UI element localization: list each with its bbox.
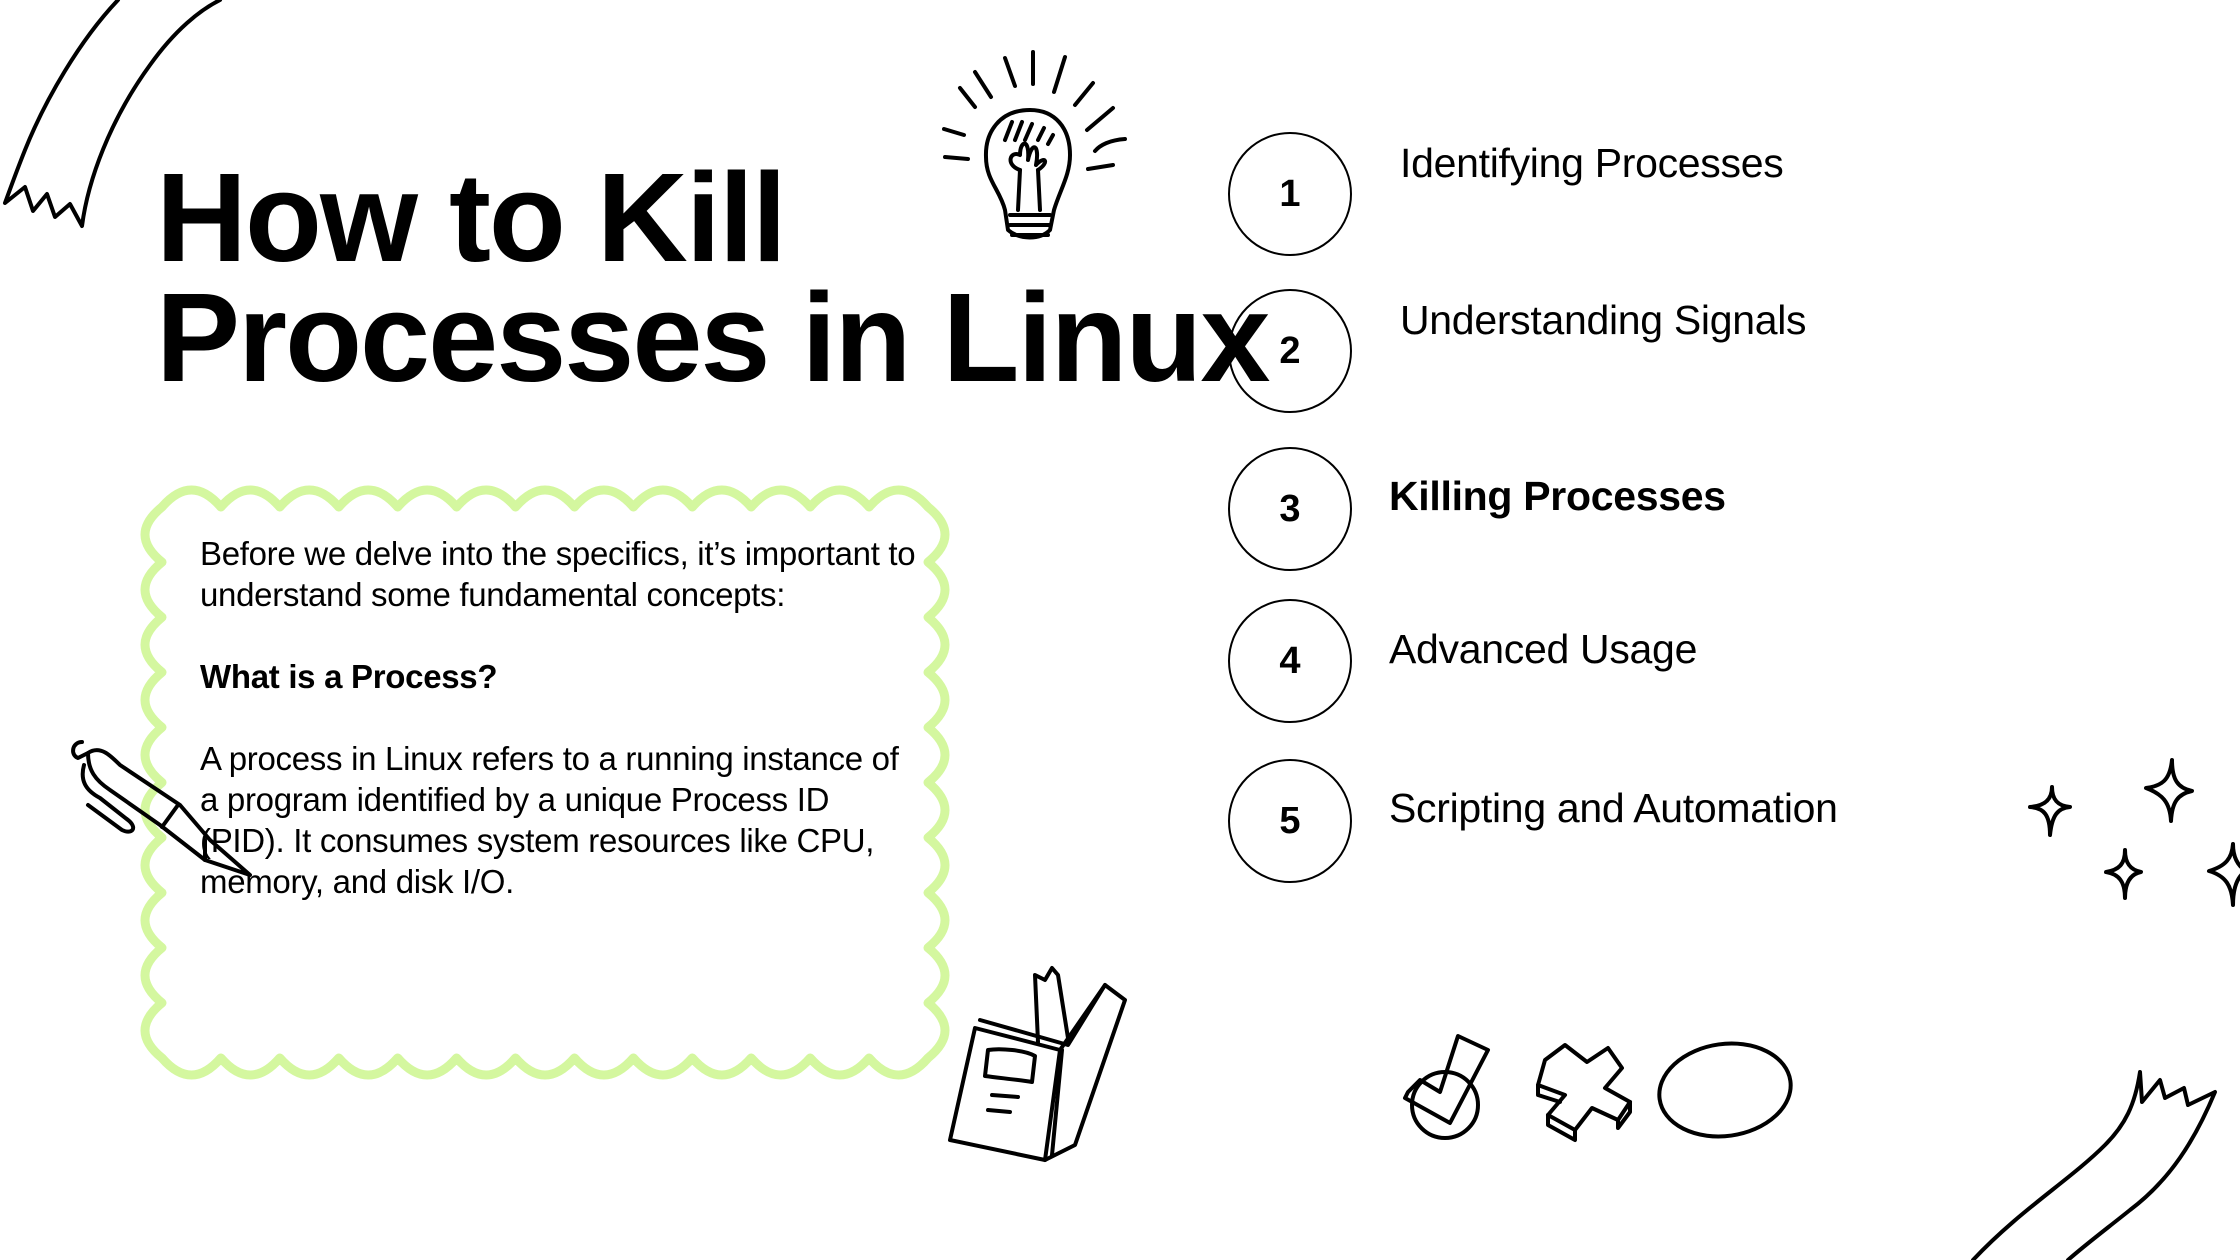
agenda-item-5[interactable]: 5 Scripting and Automation	[1228, 759, 2028, 889]
agenda-label: Identifying Processes	[1400, 140, 1784, 186]
agenda-item-3[interactable]: 3 Killing Processes	[1228, 447, 2028, 577]
agenda-number-circle: 4	[1228, 599, 1352, 723]
agenda-number-circle: 2	[1228, 289, 1352, 413]
agenda-item-2[interactable]: 2 Understanding Signals	[1228, 289, 2028, 419]
title-line-2: Processes in Linux	[156, 267, 1270, 408]
agenda-label-active: Killing Processes	[1389, 473, 1726, 519]
circle-icon	[1657, 1041, 1793, 1139]
intro-paragraph: Before we delve into the specifics, it’s…	[200, 535, 916, 613]
agenda-number-circle: 3	[1228, 447, 1352, 571]
agenda-label: Scripting and Automation	[1389, 785, 1838, 831]
lightbulb-icon	[942, 50, 1127, 240]
sparkles-icon	[2028, 758, 2240, 907]
ribbon-bottom-right-icon	[1971, 1070, 2217, 1260]
process-heading: What is a Process?	[200, 658, 498, 695]
agenda-number-circle: 5	[1228, 759, 1352, 883]
book-icon	[948, 966, 1127, 1162]
sparkle	[2028, 785, 2072, 837]
sparkle	[2104, 848, 2143, 900]
checkmark-icon	[1403, 1034, 1490, 1140]
agenda-label: Advanced Usage	[1389, 626, 1698, 672]
pen-icon	[71, 740, 252, 877]
cross-icon	[1536, 1043, 1632, 1142]
agenda-item-1[interactable]: 1 Identifying Processes	[1228, 132, 2028, 262]
agenda-label: Understanding Signals	[1400, 297, 1807, 343]
agenda-number-circle: 1	[1228, 132, 1352, 256]
sparkle	[2144, 758, 2194, 823]
process-definition: A process in Linux refers to a running i…	[200, 740, 899, 900]
sparkle	[2207, 842, 2240, 907]
intro-box: Before we delve into the specifics, it’s…	[200, 533, 920, 902]
agenda-item-4[interactable]: 4 Advanced Usage	[1228, 599, 2028, 729]
